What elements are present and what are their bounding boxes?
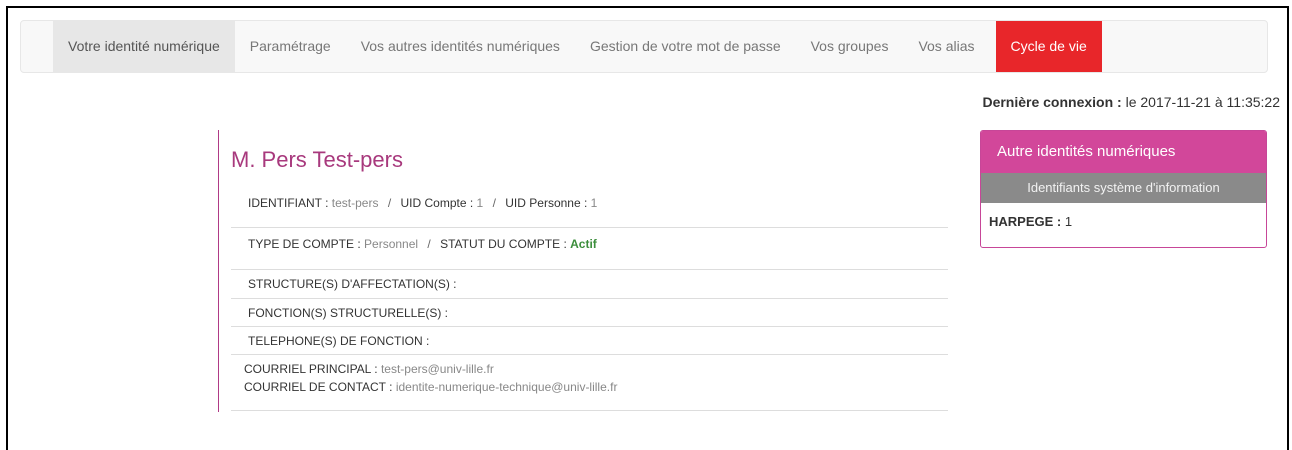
tab-mot-de-passe[interactable]: Gestion de votre mot de passe (575, 21, 796, 72)
courriel-principal-label: COURRIEL PRINCIPAL : (244, 362, 378, 376)
separator: / (387, 196, 392, 210)
panel-subtitle: Identifiants système d'information (981, 173, 1266, 203)
divider (231, 326, 948, 327)
identity-card: M. Pers Test-pers IDENTIFIANT : test-per… (218, 130, 948, 412)
harpege-row: HARPEGE : 1 (981, 203, 1266, 240)
tab-parametrage[interactable]: Paramétrage (235, 21, 346, 72)
tab-cycle-de-vie[interactable]: Cycle de vie (995, 21, 1102, 72)
account-row: TYPE DE COMPTE : Personnel / STATUT DU C… (248, 237, 948, 251)
tab-groupes[interactable]: Vos groupes (796, 21, 904, 72)
structures-row: STRUCTURE(S) D'AFFECTATION(S) : (248, 277, 948, 291)
last-connection-value: le 2017-11-21 à 11:35:22 (1125, 94, 1280, 110)
tab-votre-identite[interactable]: Votre identité numérique (53, 21, 235, 72)
uid-personne-label: UID Personne : (505, 196, 588, 210)
telephones-row: TELEPHONE(S) DE FONCTION : (248, 334, 948, 348)
identifiers-row: IDENTIFIANT : test-pers / UID Compte : 1… (248, 196, 948, 210)
separator: / (492, 196, 496, 210)
uid-compte-label: UID Compte : (400, 196, 474, 210)
identifiant-label: IDENTIFIANT : (248, 196, 329, 210)
divider (231, 227, 948, 228)
tab-autres-identites[interactable]: Vos autres identités numériques (346, 21, 575, 72)
courriel-contact-label: COURRIEL DE CONTACT : (244, 380, 393, 394)
courriel-contact-value: identite-numerique-technique@univ-lille.… (395, 380, 618, 394)
panel-title: Autre identités numériques (981, 131, 1266, 173)
harpege-label: HARPEGE : (989, 214, 1062, 229)
courriel-principal-row: COURRIEL PRINCIPAL : test-pers@univ-lill… (244, 362, 948, 376)
top-navbar: Votre identité numérique Paramétrage Vos… (20, 20, 1268, 73)
last-connection-label: Dernière connexion : (982, 94, 1122, 110)
courriel-contact-row: COURRIEL DE CONTACT : identite-numerique… (244, 380, 948, 394)
courriel-principal-value: test-pers@univ-lille.fr (380, 362, 494, 376)
uid-compte-value: 1 (476, 196, 484, 210)
type-compte-value: Personnel (364, 237, 419, 251)
identity-name: M. Pers Test-pers (231, 147, 403, 172)
divider (231, 354, 948, 355)
last-connection: Dernière connexion : le 2017-11-21 à 11:… (982, 94, 1280, 110)
separator: / (427, 237, 431, 251)
fonctions-label: FONCTION(S) STRUCTURELLE(S) : (248, 306, 449, 320)
divider (231, 410, 948, 411)
uid-personne-value: 1 (590, 196, 598, 210)
statut-label: STATUT DU COMPTE : (440, 237, 567, 251)
type-compte-label: TYPE DE COMPTE : (248, 237, 361, 251)
statut-value: Actif (570, 237, 597, 251)
divider (231, 298, 948, 299)
identifiant-value: test-pers (331, 196, 379, 210)
other-identities-panel: Autre identités numériques Identifiants … (980, 130, 1267, 248)
harpege-value: 1 (1064, 214, 1073, 229)
telephones-label: TELEPHONE(S) DE FONCTION : (248, 334, 430, 348)
tab-alias[interactable]: Vos alias (903, 21, 989, 72)
nav-tabs: Votre identité numérique Paramétrage Vos… (53, 21, 1102, 72)
divider (231, 269, 948, 270)
structures-label: STRUCTURE(S) D'AFFECTATION(S) : (248, 277, 457, 291)
fonctions-row: FONCTION(S) STRUCTURELLE(S) : (248, 306, 948, 320)
